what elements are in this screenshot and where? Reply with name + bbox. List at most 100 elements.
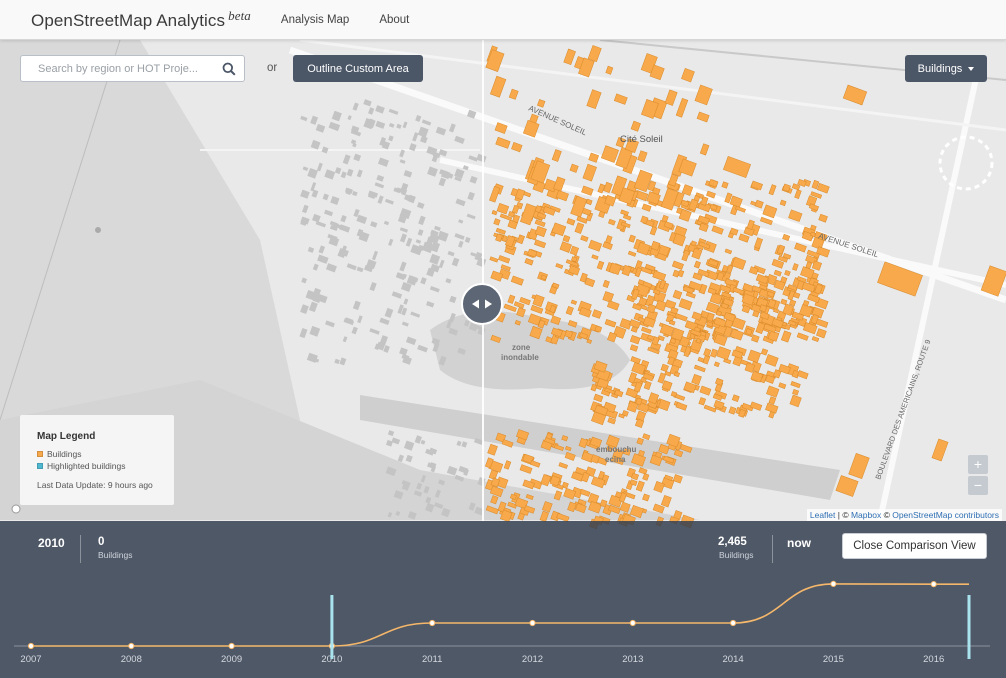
building-footprint [495,136,511,149]
mapbox-link[interactable]: Mapbox [851,510,881,520]
building-footprint-old [334,358,340,365]
building-footprint [495,227,506,235]
building-footprint [675,97,689,118]
building-footprint [980,265,1006,297]
building-footprint [773,269,782,277]
timeline-chart[interactable]: 2007 2008 2009 2010 2011 2012 2013 2014 2015 2016 [0,521,1006,678]
building-footprint [673,371,681,378]
building-footprint-old [418,215,426,226]
timeline-panel: 2010 0 Buildings 2,465 Buildings now Clo… [0,521,1006,678]
building-footprint-old [391,437,401,445]
building-footprint [649,226,658,236]
building-footprint [668,319,676,326]
search-box[interactable] [20,55,245,82]
building-footprint [603,181,613,194]
building-footprint-old [375,105,385,114]
building-footprint-old [416,201,425,209]
timeline-left-handle[interactable] [330,595,334,659]
building-footprint-old [400,182,409,193]
building-footprint-old [368,107,375,115]
building-footprint [591,254,599,260]
building-footprint-old [352,190,358,197]
building-footprint [620,209,629,216]
building-footprint [534,219,546,227]
app-title[interactable]: OpenStreetMap Analytics beta [31,8,251,31]
building-footprint-old [403,440,415,451]
app-title-text: OpenStreetMap Analytics [31,11,226,30]
zoom-in-button[interactable]: + [968,455,988,474]
building-footprint-old [357,315,363,324]
building-footprint [524,257,534,266]
building-footprint-old [376,174,385,182]
timeline-year-label: 2016 [923,654,944,665]
building-footprint-old [370,221,378,228]
building-footprint [606,300,620,311]
building-footprint-old [311,213,321,223]
search-input[interactable] [38,62,228,75]
osm-link[interactable]: OpenStreetMap contributors [892,510,999,520]
building-footprint-old [353,153,362,162]
building-footprint [489,186,501,203]
building-footprint [489,256,499,263]
timeline-series-line [30,583,969,647]
building-footprint [753,237,763,250]
building-footprint [487,443,498,456]
building-footprint-old [401,321,409,327]
building-footprint-old [469,175,478,184]
comparison-swipe-handle[interactable] [461,283,503,325]
leaflet-link[interactable]: Leaflet [810,510,836,520]
building-footprint-old [307,167,318,179]
timeline-point [629,619,636,627]
building-footprint [563,48,576,66]
building-footprint-old [417,344,428,353]
building-footprint-old [399,159,406,164]
building-footprint-old [467,191,475,201]
building-footprint-old [449,295,457,304]
building-footprint [693,364,706,373]
nav-analysis-map[interactable]: Analysis Map [281,14,349,26]
building-footprint-old [379,317,390,326]
building-footprint [569,245,580,256]
place-label-ecina: ecina [605,455,626,464]
building-footprint [605,65,614,75]
building-footprint-old [438,177,447,187]
building-footprint [641,326,652,334]
building-footprint [800,266,815,280]
attribution-sep: | © [835,510,851,520]
layer-select-button[interactable]: Buildings [905,55,987,82]
app-root: AVENUE SOLEIL AVENUE SOLEIL Cité Soleil … [0,0,1006,678]
building-footprint-old [340,171,347,179]
building-footprint-old [401,353,410,361]
building-footprint-old [328,121,341,132]
outline-custom-area-button[interactable]: Outline Custom Area [293,55,423,82]
building-footprint [688,198,699,212]
search-icon[interactable] [222,62,236,76]
building-footprint [731,394,740,402]
navbar: OpenStreetMap Analytics beta Analysis Map… [0,0,1006,40]
left-right-arrows-icon [472,299,492,309]
nav-about[interactable]: About [379,14,409,26]
building-footprint-old [391,291,403,299]
building-footprint [596,260,605,270]
building-footprint [586,89,602,110]
building-footprint [516,234,525,245]
timeline-right-handle[interactable] [967,595,971,659]
building-footprint [570,299,578,305]
building-footprint [555,190,569,202]
building-footprint-old [351,326,358,335]
building-footprint [602,279,610,288]
building-footprint-old [405,336,417,346]
comparison-swipe-line[interactable] [482,40,484,522]
zoom-out-button[interactable]: − [968,476,988,495]
building-footprint-old [451,257,460,267]
building-footprint [726,264,734,274]
building-footprint [811,336,820,343]
building-footprint [498,255,511,264]
building-footprint [710,348,718,358]
building-footprint [597,183,606,194]
timeline-point [228,642,235,650]
building-footprint [534,239,547,249]
building-footprint [792,388,800,396]
building-footprint [576,215,588,224]
timeline-year-label: 2007 [20,654,41,665]
